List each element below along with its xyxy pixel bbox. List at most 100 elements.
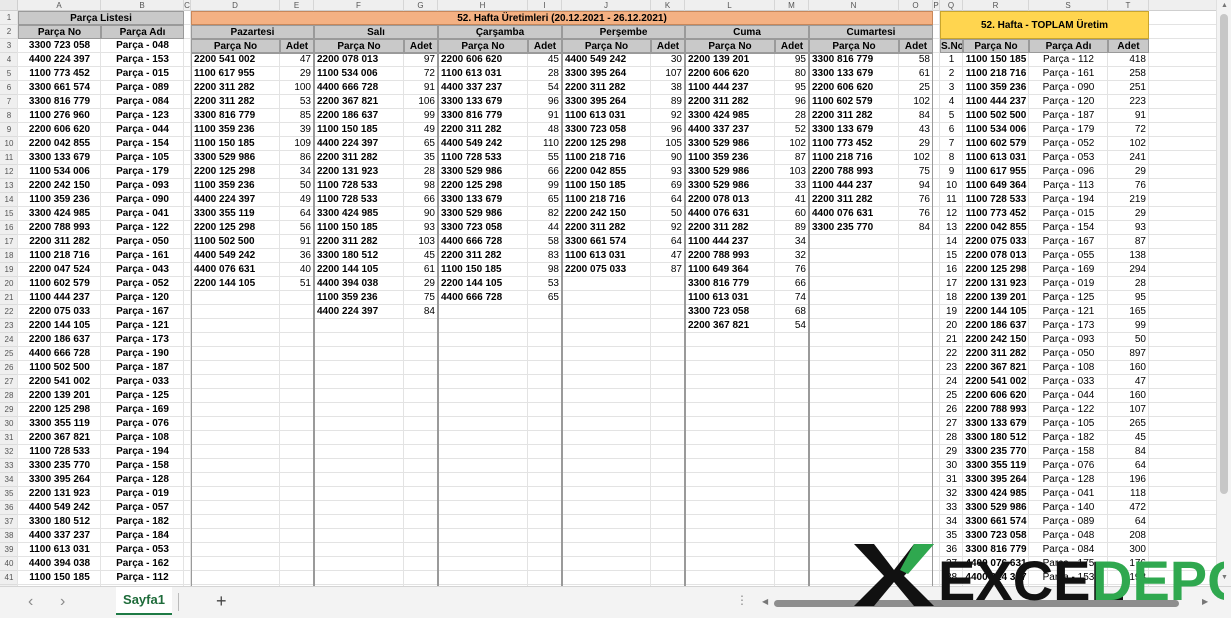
total-sno[interactable]: 36 — [940, 543, 963, 557]
list-part-no[interactable]: 1100 602 579 — [18, 277, 101, 291]
day-qty[interactable]: 68 — [775, 305, 809, 319]
cell-grid[interactable]: Parça Listesi Parça No Parça Adı 3300 723 0… — [17, 11, 1216, 586]
list-part-name[interactable]: Parça - 057 — [101, 501, 184, 515]
total-part-name[interactable]: Parça - 182 — [1029, 431, 1108, 445]
total-part-name[interactable]: Parça - 113 — [1029, 179, 1108, 193]
total-part-name[interactable]: Parça - 052 — [1029, 137, 1108, 151]
day-part-no[interactable]: 1100 150 185 — [191, 137, 280, 151]
list-part-no[interactable]: 4400 666 728 — [18, 347, 101, 361]
row-header[interactable]: 20 — [0, 277, 18, 291]
day-part-no[interactable]: 1100 150 185 — [314, 221, 404, 235]
row-header[interactable]: 10 — [0, 137, 18, 151]
list-part-name[interactable]: Parça - 108 — [101, 431, 184, 445]
day-qty[interactable]: 93 — [651, 165, 685, 179]
total-sno[interactable]: 28 — [940, 431, 963, 445]
day-part-no[interactable]: 3300 723 058 — [562, 123, 651, 137]
day-qty[interactable]: 98 — [528, 263, 562, 277]
list-part-name[interactable]: Parça - 194 — [101, 445, 184, 459]
total-qty[interactable]: 251 — [1108, 81, 1149, 95]
total-qty[interactable]: 223 — [1108, 95, 1149, 109]
total-part-no[interactable]: 1100 150 185 — [963, 53, 1029, 67]
list-part-name[interactable]: Parça - 015 — [101, 67, 184, 81]
day-part-no[interactable]: 4400 224 397 — [314, 305, 404, 319]
list-part-no[interactable]: 2200 139 201 — [18, 389, 101, 403]
day-qty[interactable]: 76 — [899, 207, 933, 221]
day-qty[interactable]: 49 — [404, 123, 438, 137]
day-qty[interactable]: 39 — [280, 123, 314, 137]
day-qty[interactable]: 95 — [775, 53, 809, 67]
day-qty[interactable]: 65 — [404, 137, 438, 151]
day-qty[interactable]: 102 — [899, 95, 933, 109]
day-qty[interactable]: 98 — [404, 179, 438, 193]
total-sno[interactable]: 4 — [940, 95, 963, 109]
day-part-no[interactable]: 2200 139 201 — [685, 53, 775, 67]
total-part-name[interactable]: Parça - 105 — [1029, 417, 1108, 431]
column-header[interactable]: A — [18, 0, 101, 11]
day-qty[interactable]: 44 — [528, 221, 562, 235]
day-part-no[interactable]: 2200 606 620 — [438, 53, 528, 67]
list-part-name[interactable]: Parça - 173 — [101, 333, 184, 347]
list-part-name[interactable]: Parça - 162 — [101, 557, 184, 571]
total-part-name[interactable]: Parça - 121 — [1029, 305, 1108, 319]
day-part-no[interactable]: 4400 666 728 — [438, 291, 528, 305]
list-part-name[interactable]: Parça - 048 — [101, 39, 184, 53]
day-qty[interactable]: 53 — [280, 95, 314, 109]
total-sno[interactable]: 30 — [940, 459, 963, 473]
total-part-name[interactable]: Parça - 169 — [1029, 263, 1108, 277]
day-part-no[interactable]: 4400 666 728 — [438, 235, 528, 249]
day-qty[interactable]: 47 — [280, 53, 314, 67]
row-header[interactable]: 32 — [0, 445, 18, 459]
list-part-name[interactable]: Parça - 121 — [101, 319, 184, 333]
day-qty[interactable]: 40 — [280, 263, 314, 277]
vertical-scrollbar[interactable]: ▲ ▼ — [1216, 0, 1231, 586]
total-qty[interactable]: 897 — [1108, 347, 1149, 361]
total-part-no[interactable]: 1100 359 236 — [963, 81, 1029, 95]
day-qty[interactable]: 102 — [775, 137, 809, 151]
total-qty[interactable]: 418 — [1108, 53, 1149, 67]
total-part-no[interactable]: 4400 076 631 — [963, 557, 1029, 571]
total-qty[interactable]: 64 — [1108, 459, 1149, 473]
day-qty[interactable]: 83 — [528, 249, 562, 263]
total-part-name[interactable]: Parça - 084 — [1029, 543, 1108, 557]
total-part-name[interactable]: Parça - 125 — [1029, 291, 1108, 305]
day-qty[interactable]: 66 — [775, 277, 809, 291]
day-qty[interactable]: 80 — [775, 67, 809, 81]
total-qty[interactable]: 219 — [1108, 193, 1149, 207]
list-part-no[interactable]: 2200 242 150 — [18, 179, 101, 193]
day-part-no[interactable]: 3300 180 512 — [314, 249, 404, 263]
day-part-no[interactable]: 2200 075 033 — [562, 263, 651, 277]
total-part-name[interactable]: Parça - 041 — [1029, 487, 1108, 501]
total-part-no[interactable]: 1100 502 500 — [963, 109, 1029, 123]
row-header[interactable]: 27 — [0, 375, 18, 389]
row-header[interactable]: 2 — [0, 25, 18, 39]
total-qty[interactable]: 76 — [1108, 179, 1149, 193]
total-part-no[interactable]: 1100 444 237 — [963, 95, 1029, 109]
day-part-no[interactable]: 1100 359 236 — [685, 151, 775, 165]
day-part-no[interactable]: 3300 816 779 — [809, 53, 899, 67]
total-sno[interactable]: 22 — [940, 347, 963, 361]
day-part-no[interactable]: 3300 816 779 — [685, 277, 775, 291]
total-sno[interactable]: 11 — [940, 193, 963, 207]
row-header[interactable]: 30 — [0, 417, 18, 431]
day-qty[interactable]: 109 — [280, 137, 314, 151]
day-header[interactable]: Cumartesi — [809, 25, 933, 39]
list-part-no[interactable]: 2200 788 993 — [18, 221, 101, 235]
total-header-sno[interactable]: S.No — [940, 39, 963, 53]
day-part-no[interactable]: 2200 125 298 — [191, 221, 280, 235]
list-part-no[interactable]: 2200 186 637 — [18, 333, 101, 347]
total-part-no[interactable]: 2200 788 993 — [963, 403, 1029, 417]
total-sno[interactable]: 19 — [940, 305, 963, 319]
day-part-no[interactable]: 2200 078 013 — [314, 53, 404, 67]
list-part-name[interactable]: Parça - 090 — [101, 193, 184, 207]
day-qty[interactable]: 30 — [651, 53, 685, 67]
list-part-no[interactable]: 3300 355 119 — [18, 417, 101, 431]
vertical-scroll-thumb[interactable] — [1220, 14, 1228, 494]
list-part-name[interactable]: Parça - 052 — [101, 277, 184, 291]
list-part-name[interactable]: Parça - 184 — [101, 529, 184, 543]
day-qty[interactable]: 65 — [528, 193, 562, 207]
list-part-no[interactable]: 2200 047 524 — [18, 263, 101, 277]
day-part-no[interactable]: 1100 502 500 — [191, 235, 280, 249]
chevron-right-icon[interactable]: › — [60, 594, 65, 610]
day-part-no[interactable]: 1100 728 533 — [438, 151, 528, 165]
total-qty[interactable]: 91 — [1108, 109, 1149, 123]
